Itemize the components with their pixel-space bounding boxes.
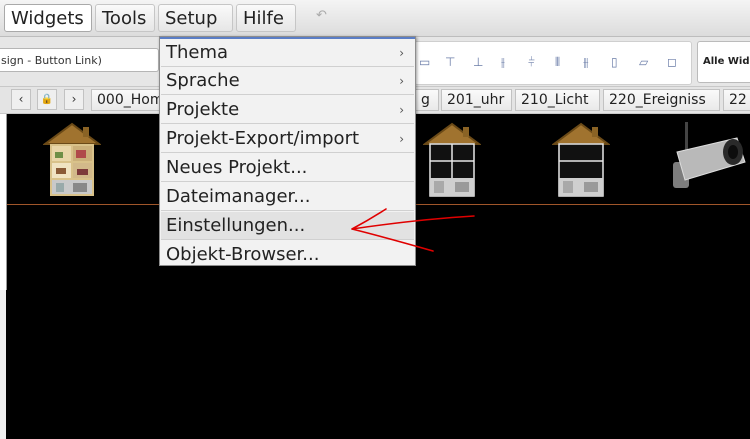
menu-item-projekte[interactable]: Projekte › [161, 96, 414, 124]
undo-icon[interactable]: ↶ [316, 8, 327, 23]
menu-item-neues-projekt[interactable]: Neues Projekt... [161, 154, 414, 182]
submenu-arrow-icon: › [399, 74, 404, 88]
lock-icon[interactable]: 🔒 [37, 89, 57, 110]
menu-item-label: Projekte [166, 99, 240, 120]
menu-tab-hilfe[interactable]: Hilfe [236, 4, 296, 32]
menu-bar: Widgets Tools Setup Hilfe ↶ [0, 0, 750, 37]
center-vertical-icon[interactable]: ⫲ [501, 56, 513, 68]
submenu-arrow-icon: › [399, 103, 404, 117]
submenu-arrow-icon: › [399, 132, 404, 146]
camera-icon[interactable] [667, 122, 747, 198]
all-widgets-select[interactable]: Alle Widg [697, 41, 750, 83]
menu-item-thema[interactable]: Thema › [161, 39, 414, 67]
menu-item-label: Thema [166, 42, 229, 63]
align-toolbar: ▭ ⊤ ⊥ ⫲ ⫩ ⫴ ⫵ ▯ ▱ ◻ [414, 41, 692, 85]
view-tab-220-ereigniss[interactable]: 220_Ereigniss [603, 89, 720, 111]
house-outline-icon[interactable] [423, 122, 481, 198]
menu-tab-tools[interactable]: Tools [95, 4, 155, 32]
distribute-vertical-icon[interactable]: ⫵ [583, 56, 595, 68]
view-tab-210-licht[interactable]: 210_Licht [515, 89, 600, 111]
house-full-icon[interactable] [43, 122, 101, 198]
same-size-icon[interactable]: ◻ [667, 56, 679, 68]
view-prev-button[interactable]: ‹ [11, 89, 31, 110]
menu-item-objekt-browser[interactable]: Objekt-Browser... [161, 241, 414, 269]
setup-dropdown-menu: Thema › Sprache › Projekte › Projekt-Exp… [159, 36, 416, 266]
menu-item-label: Objekt-Browser... [166, 244, 320, 265]
menu-item-label: Einstellungen... [166, 215, 306, 236]
same-height-icon[interactable]: ▱ [639, 56, 651, 68]
widget-name-field[interactable]: sign - Button Link) [0, 48, 159, 72]
house-outline-icon[interactable] [552, 122, 610, 198]
center-horizontal-icon[interactable]: ⫩ [528, 56, 540, 68]
menu-item-einstellungen[interactable]: Einstellungen... [161, 212, 414, 240]
align-bottom-icon[interactable]: ▭ [419, 56, 431, 68]
properties-panel-edge [0, 114, 7, 290]
view-tab-partial[interactable]: g [415, 89, 439, 111]
menu-item-label: Sprache [166, 70, 240, 91]
distribute-horizontal-icon[interactable]: ⫴ [555, 56, 567, 68]
submenu-arrow-icon: › [399, 46, 404, 60]
align-top-icon[interactable]: ⊤ [445, 56, 457, 68]
view-tab-000-home[interactable]: 000_Hom [91, 89, 161, 111]
menu-item-dateimanager[interactable]: Dateimanager... [161, 183, 414, 211]
menu-tab-widgets[interactable]: Widgets [4, 4, 92, 32]
view-next-button[interactable]: › [64, 89, 84, 110]
menu-item-label: Dateimanager... [166, 186, 311, 207]
view-tab-more[interactable]: 22 [723, 89, 750, 111]
view-tab-201-uhr[interactable]: 201_uhr [441, 89, 512, 111]
menu-item-sprache[interactable]: Sprache › [161, 67, 414, 95]
menu-item-projekt-export-import[interactable]: Projekt-Export/import › [161, 125, 414, 153]
properties-panel-edge-lower [0, 290, 6, 439]
same-width-icon[interactable]: ▯ [611, 56, 623, 68]
menu-item-label: Projekt-Export/import [166, 128, 360, 149]
align-bottom-edge-icon[interactable]: ⊥ [473, 56, 485, 68]
menu-tab-setup[interactable]: Setup [158, 4, 233, 32]
menu-item-label: Neues Projekt... [166, 157, 308, 178]
